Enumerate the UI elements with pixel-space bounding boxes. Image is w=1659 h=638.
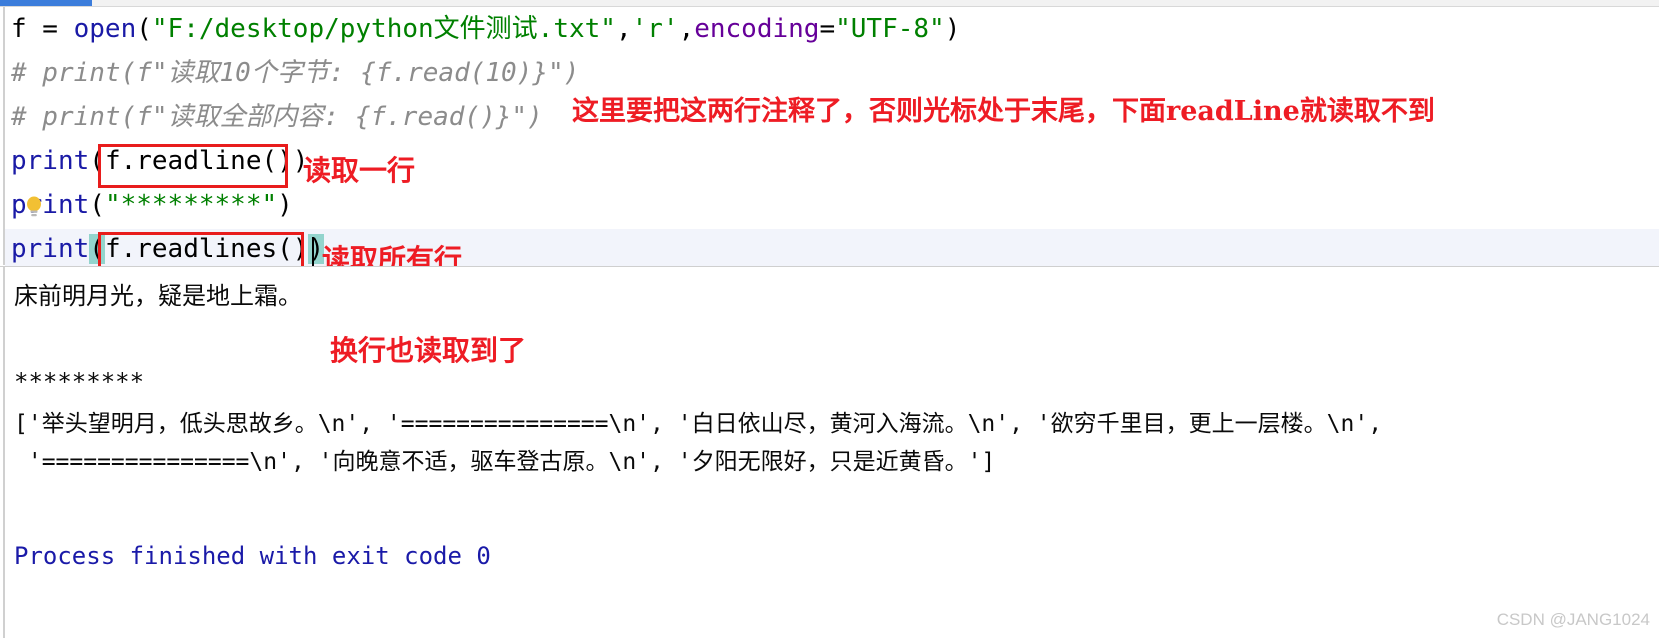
code-token: print bbox=[11, 146, 90, 176]
console-output-list-part1: ['举头望明月，低头思故乡。\n', '===============\n', … bbox=[14, 411, 1383, 437]
code-token: open bbox=[73, 14, 137, 44]
console-gutter-divider bbox=[3, 267, 5, 638]
code-token: # print(f"读取10个字节: {f.read(10)}") bbox=[11, 58, 580, 88]
code-token: 'r' bbox=[631, 14, 679, 44]
code-token: encoding bbox=[694, 14, 820, 44]
console-output-list-part2: '===============\n', '向晚意不适，驱车登古原。\n', '… bbox=[14, 449, 996, 475]
code-line-print-stars[interactable]: print("*********") bbox=[11, 183, 293, 227]
code-token: f = bbox=[11, 14, 74, 44]
code-token: "UTF-8" bbox=[835, 14, 945, 44]
console-output-separator: ********* bbox=[14, 368, 145, 396]
run-console-pane[interactable]: 床前明月光，疑是地上霜。 ********* ['举头望明月，低头思故乡。\n'… bbox=[0, 266, 1659, 638]
code-line-comment-readall[interactable]: # print(f"读取全部内容: {f.read()}") bbox=[11, 95, 543, 139]
code-token: = bbox=[819, 14, 836, 44]
code-token: "F:/desktop/python文件测试.txt" bbox=[151, 14, 616, 44]
text-caret bbox=[312, 237, 314, 267]
console-output-poem: 床前明月光，疑是地上霜。 bbox=[14, 282, 302, 310]
console-exit-status: Process finished with exit code 0 bbox=[14, 542, 491, 570]
code-token: ( bbox=[136, 14, 152, 44]
code-token: print bbox=[11, 190, 90, 220]
active-tab-indicator bbox=[0, 0, 92, 6]
code-editor-pane[interactable]: f = open("F:/desktop/python文件测试.txt",'r'… bbox=[0, 7, 1659, 276]
code-line-open[interactable]: f = open("F:/desktop/python文件测试.txt",'r'… bbox=[11, 7, 960, 51]
annotation-readline: 读取一行 bbox=[303, 154, 416, 187]
code-token: ) bbox=[277, 190, 293, 220]
code-token: print bbox=[11, 234, 90, 264]
lightbulb-icon[interactable] bbox=[24, 195, 44, 219]
csdn-watermark: CSDN @JANG1024 bbox=[1496, 610, 1650, 629]
annotation-newline-note: 换行也读取到了 bbox=[330, 334, 527, 367]
highlight-box-readline bbox=[98, 144, 288, 188]
editor-tab-strip bbox=[0, 0, 1659, 7]
code-line-comment-read10[interactable]: # print(f"读取10个字节: {f.read(10)}") bbox=[11, 51, 579, 95]
code-token: # print(f"读取全部内容: {f.read()}") bbox=[11, 102, 543, 132]
code-token: , bbox=[678, 14, 695, 44]
code-token: ) bbox=[944, 14, 961, 44]
code-token: ( bbox=[89, 190, 105, 220]
editor-gutter-divider bbox=[3, 7, 5, 265]
code-token: "*********" bbox=[104, 190, 278, 220]
code-token: , bbox=[615, 14, 632, 44]
annotation-comment-out-note: 这里要把这两行注释了，否则光标处于末尾，下面readLine就读取不到 bbox=[572, 96, 1435, 127]
